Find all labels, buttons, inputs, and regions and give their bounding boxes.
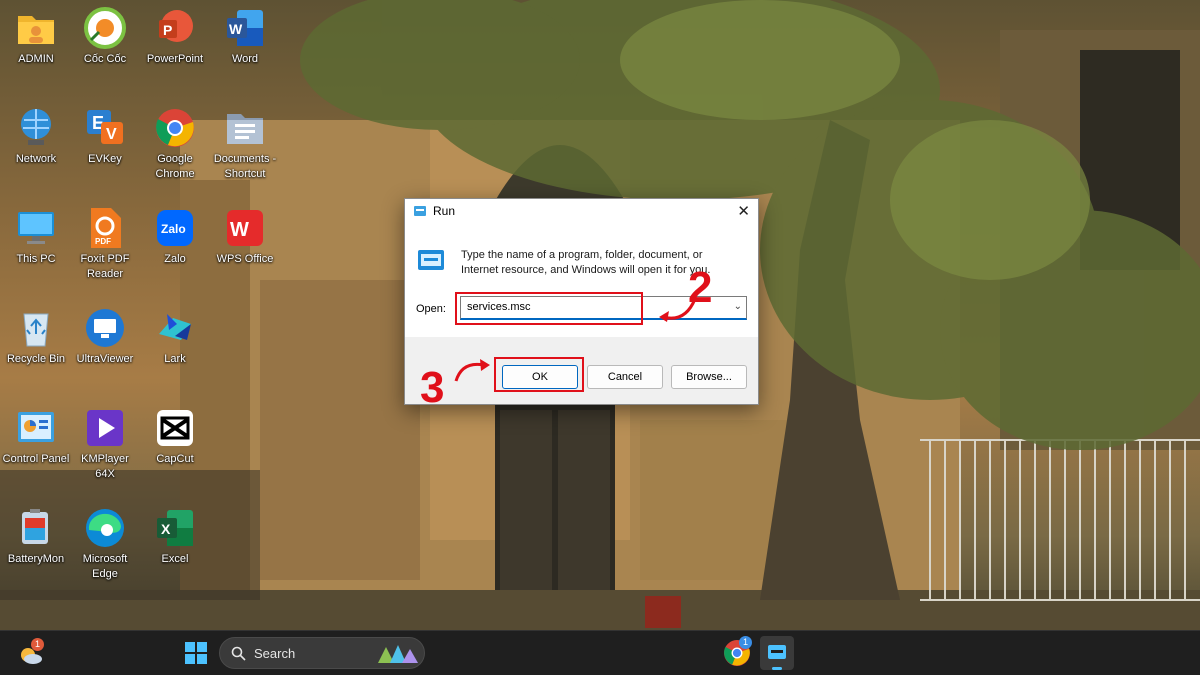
svg-text:P: P (163, 22, 172, 38)
desktop-icon-evkey[interactable]: EV EVKey (71, 106, 139, 167)
capcut-icon (157, 410, 193, 446)
step-3-label: 3 (420, 363, 445, 412)
desktop-icon-coc-coc[interactable]: Cốc Cốc (71, 6, 139, 67)
evkey-icon: EV (87, 110, 123, 144)
desktop-icon-word[interactable]: W Word (211, 6, 279, 67)
desktop-icon-label: This PC (16, 253, 56, 265)
desktop-icon-label: WPS Office (216, 253, 274, 265)
run-program-icon (418, 250, 444, 270)
svg-text:Zalo: Zalo (161, 222, 186, 236)
run-title: Run (433, 204, 456, 218)
desktop-icon-foxit[interactable]: PDF Foxit PDF Reader (71, 206, 139, 282)
weather-badge: 1 (31, 638, 44, 651)
browse-button[interactable]: Browse... (671, 365, 747, 389)
taskbar-run-button[interactable] (760, 636, 794, 670)
desktop-icon-excel[interactable]: X Excel (141, 506, 209, 567)
taskbar-search-box[interactable]: Search (219, 637, 425, 669)
desktop-icon-label: Google Chrome (155, 153, 195, 180)
chevron-down-icon[interactable]: ⌄ (734, 301, 742, 312)
arrow-to-ok-button-icon (454, 359, 490, 382)
desktop-icon-label: Zalo (164, 253, 186, 265)
desktop-icon-label: Lark (164, 353, 186, 365)
desktop-icon-label: Word (231, 53, 259, 65)
windows-logo-icon (185, 642, 207, 664)
svg-text:X: X (161, 521, 171, 537)
word-icon: W (227, 10, 263, 46)
monitor-icon (18, 212, 54, 244)
desktop-icon-network[interactable]: Network (2, 106, 70, 167)
svg-text:V: V (106, 126, 117, 143)
svg-text:W: W (230, 219, 249, 241)
run-app-icon (768, 645, 786, 659)
control-panel-icon (18, 412, 54, 442)
zalo-icon: Zalo (157, 210, 193, 246)
ok-button-highlight (494, 357, 584, 392)
run-app-icon (414, 206, 426, 216)
desktop-icon-label: KMPlayer 64X (81, 453, 129, 480)
desktop-icon-label: Excel (161, 553, 189, 565)
desktop-icon-wps-office[interactable]: W WPS Office (211, 206, 279, 267)
battery-monitor-icon (22, 509, 48, 544)
chrome-badge: 1 (739, 636, 752, 649)
run-titlebar[interactable]: Run ✕ (405, 199, 758, 223)
desktop-icon-kmplayer[interactable]: KMPlayer 64X (71, 406, 139, 482)
desktop-icon-batterymon[interactable]: BatteryMon (2, 506, 70, 567)
desktop-icon-this-pc[interactable]: This PC (2, 206, 70, 267)
ultraviewer-icon (86, 309, 124, 347)
svg-text:PDF: PDF (95, 237, 111, 246)
excel-icon: X (157, 510, 193, 546)
desktop-icon-label: Recycle Bin (6, 353, 66, 365)
step-2-label: 2 (688, 263, 713, 312)
desktop-icon-label: Microsoft Edge (82, 553, 128, 580)
desktop-icon-chrome[interactable]: Google Chrome (141, 106, 209, 182)
desktop-icon-admin[interactable]: ADMIN (2, 6, 70, 67)
user-folder-icon (18, 16, 54, 44)
open-field-highlight (455, 292, 643, 325)
desktop-icon-label: ADMIN (18, 53, 54, 65)
coc-coc-browser-icon (84, 7, 126, 49)
close-button[interactable]: ✕ (737, 202, 750, 220)
desktop-icon-powerpoint[interactable]: P PowerPoint (141, 6, 209, 67)
active-app-indicator (772, 667, 782, 670)
desktop-icon-documents-shortcut[interactable]: Documents - Shortcut (211, 106, 279, 182)
desktop-icon-ultraviewer[interactable]: UltraViewer (71, 306, 139, 367)
lark-icon (159, 314, 191, 340)
start-button[interactable] (184, 641, 208, 665)
recycle-bin-icon (23, 313, 49, 347)
desktop-icon-label: Foxit PDF Reader (80, 253, 130, 280)
desktop-icon-label: PowerPoint (146, 53, 204, 65)
desktop-icon-capcut[interactable]: CapCut (141, 406, 209, 467)
svg-text:W: W (229, 21, 243, 37)
weather-widget[interactable]: 1 (16, 638, 46, 668)
desktop-icon-label: CapCut (156, 453, 194, 465)
desktop-icon-label: Network (15, 153, 57, 165)
search-placeholder: Search (254, 646, 296, 661)
desktop-icon-label: Cốc Cốc (83, 53, 127, 65)
desktop-icon-label: UltraViewer (76, 353, 134, 365)
taskbar (0, 630, 1200, 675)
search-highlight-illustration-icon (378, 645, 418, 663)
desktop-icon-recycle-bin[interactable]: Recycle Bin (2, 306, 70, 367)
desktop-icon-label: BatteryMon (7, 553, 65, 565)
chrome-browser-icon (156, 109, 194, 147)
documents-folder-icon (227, 114, 263, 144)
edge-browser-icon (86, 509, 124, 547)
foxit-pdf-icon: PDF (91, 208, 121, 248)
open-label: Open: (416, 303, 446, 315)
search-icon (231, 646, 246, 661)
desktop-icon-control-panel[interactable]: Control Panel (2, 406, 70, 467)
taskbar-chrome-button[interactable]: 1 (722, 636, 752, 668)
desktop-icon-zalo[interactable]: Zalo Zalo (141, 206, 209, 267)
kmplayer-icon (87, 410, 123, 446)
desktop-icon-edge[interactable]: Microsoft Edge (71, 506, 139, 582)
desktop-icon-label: Documents - Shortcut (213, 153, 277, 180)
desktop-icon-lark[interactable]: Lark (141, 306, 209, 367)
desktop-icon-label: EVKey (88, 153, 122, 165)
desktop-icon-label: Control Panel (2, 453, 70, 465)
wps-office-icon: W (227, 210, 263, 246)
powerpoint-icon: P (159, 10, 193, 42)
cancel-button[interactable]: Cancel (587, 365, 663, 389)
network-globe-icon (21, 109, 51, 145)
